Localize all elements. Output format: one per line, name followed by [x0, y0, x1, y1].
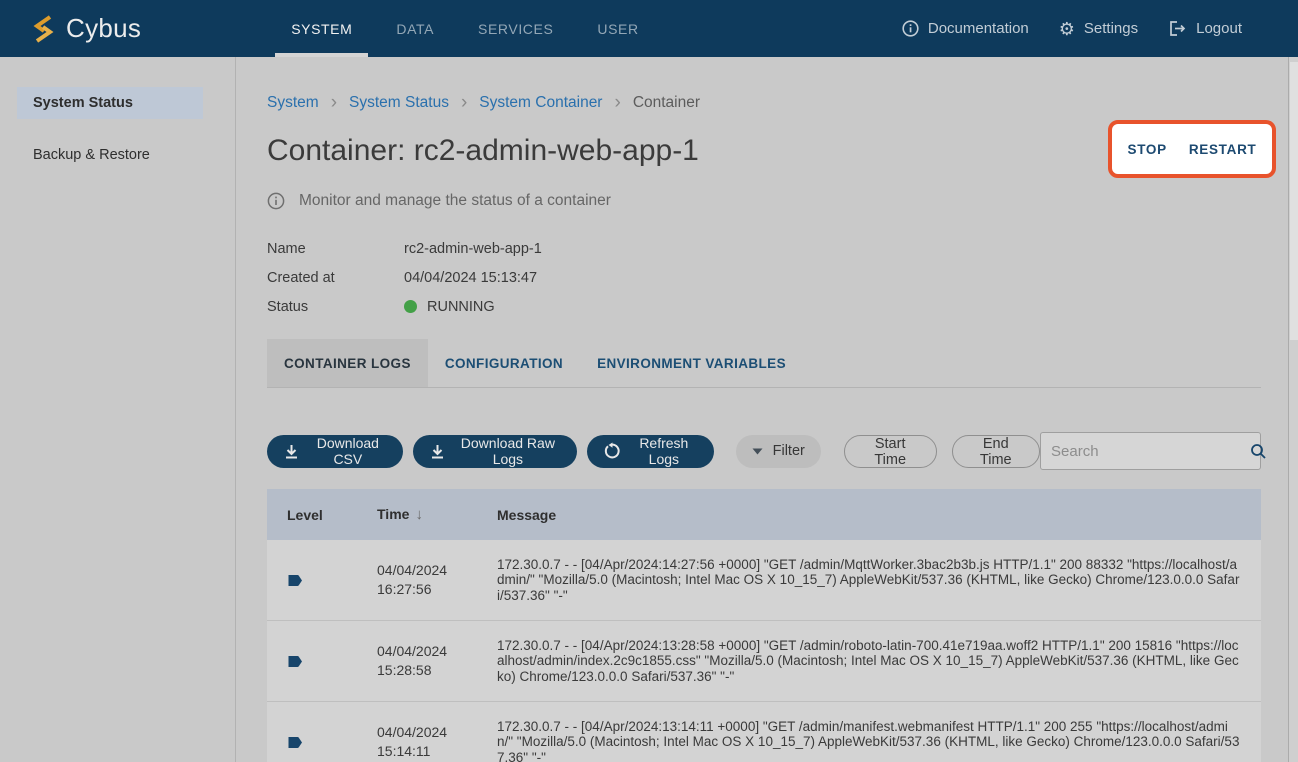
- logout-link[interactable]: Logout: [1168, 20, 1242, 37]
- sidebar: System Status Backup & Restore: [0, 57, 236, 762]
- detail-tabs: CONTAINER LOGS CONFIGURATION ENVIRONMENT…: [267, 339, 1261, 388]
- start-time-button[interactable]: Start Time: [844, 435, 937, 468]
- status-badge: RUNNING: [404, 299, 495, 315]
- column-header-time[interactable]: Time↓: [377, 506, 497, 523]
- download-icon: [429, 443, 446, 460]
- column-header-message[interactable]: Message: [497, 507, 1261, 523]
- detail-label: Created at: [267, 270, 404, 286]
- breadcrumb: System › System Status › System Containe…: [267, 57, 1261, 112]
- level-cell: [267, 574, 377, 587]
- table-row[interactable]: 04/04/2024 15:14:11 172.30.0.7 - - [04/A…: [267, 702, 1261, 762]
- breadcrumb-current: Container: [633, 94, 700, 112]
- breadcrumb-link-system-status[interactable]: System Status: [349, 94, 449, 112]
- info-circle-icon: [267, 192, 285, 210]
- logs-table: Level Time↓ Message 04/04/2024 16:27:56 …: [267, 489, 1261, 762]
- detail-label: Name: [267, 241, 404, 257]
- restart-button[interactable]: RESTART: [1183, 138, 1263, 161]
- column-header-level[interactable]: Level: [267, 507, 377, 523]
- logout-icon: [1168, 20, 1187, 37]
- table-row[interactable]: 04/04/2024 16:27:56 172.30.0.7 - - [04/A…: [267, 540, 1261, 621]
- time-cell: 04/04/2024 16:27:56: [377, 561, 497, 599]
- tag-icon: [287, 655, 377, 668]
- level-cell: [267, 655, 377, 668]
- nav-tab-system[interactable]: SYSTEM: [269, 0, 374, 57]
- brand-name: Cybus: [66, 13, 141, 44]
- detail-value: 04/04/2024 15:13:47: [404, 270, 537, 286]
- container-details: Name rc2-admin-web-app-1 Created at 04/0…: [267, 234, 1261, 321]
- nav-tab-services[interactable]: SERVICES: [456, 0, 575, 57]
- message-cell: 172.30.0.7 - - [04/Apr/2024:13:14:11 +00…: [497, 719, 1261, 762]
- download-csv-button[interactable]: Download CSV: [267, 435, 403, 468]
- search-input[interactable]: [1051, 443, 1250, 460]
- detail-label: Status: [267, 299, 404, 315]
- search-icon[interactable]: [1250, 443, 1267, 460]
- cybus-logo-icon: [30, 14, 57, 44]
- end-time-button[interactable]: End Time: [952, 435, 1041, 468]
- documentation-link[interactable]: Documentation: [902, 20, 1029, 37]
- info-circle-icon: [902, 20, 919, 37]
- message-cell: 172.30.0.7 - - [04/Apr/2024:13:28:58 +00…: [497, 638, 1261, 685]
- table-row[interactable]: 04/04/2024 15:28:58 172.30.0.7 - - [04/A…: [267, 621, 1261, 702]
- settings-link[interactable]: ⚙ Settings: [1059, 20, 1138, 38]
- table-header: Level Time↓ Message: [267, 489, 1261, 540]
- detail-value: rc2-admin-web-app-1: [404, 241, 542, 257]
- detail-row-name: Name rc2-admin-web-app-1: [267, 234, 1261, 263]
- time-cell: 04/04/2024 15:14:11: [377, 723, 497, 761]
- stop-button[interactable]: STOP: [1122, 138, 1173, 161]
- tag-icon: [287, 736, 377, 749]
- main-content: System › System Status › System Containe…: [237, 57, 1288, 762]
- sidebar-item-system-status[interactable]: System Status: [17, 87, 203, 119]
- status-running-dot-icon: [404, 300, 417, 313]
- breadcrumb-link-system[interactable]: System: [267, 94, 319, 112]
- detail-row-status: Status RUNNING: [267, 292, 1261, 321]
- download-icon: [283, 443, 300, 460]
- sort-desc-icon[interactable]: ↓: [415, 506, 423, 523]
- caret-down-icon: [752, 448, 763, 455]
- sidebar-item-backup-restore[interactable]: Backup & Restore: [17, 139, 203, 171]
- brand[interactable]: Cybus: [30, 13, 141, 44]
- message-cell: 172.30.0.7 - - [04/Apr/2024:14:27:56 +00…: [497, 557, 1261, 604]
- navbar-actions: Documentation ⚙ Settings Logout: [902, 20, 1242, 38]
- vertical-scrollbar[interactable]: [1288, 57, 1298, 762]
- nav-tab-data[interactable]: DATA: [374, 0, 456, 57]
- tab-container-logs[interactable]: CONTAINER LOGS: [267, 339, 428, 387]
- main-nav: SYSTEM DATA SERVICES USER: [269, 0, 661, 57]
- chevron-right-icon: ›: [614, 93, 620, 112]
- detail-row-created-at: Created at 04/04/2024 15:13:47: [267, 263, 1261, 292]
- chevron-right-icon: ›: [461, 93, 467, 112]
- level-cell: [267, 736, 377, 749]
- search-box: [1040, 432, 1261, 470]
- logs-toolbar: Download CSV Download Raw Logs Refresh L…: [267, 432, 1261, 470]
- breadcrumb-link-system-container[interactable]: System Container: [479, 94, 602, 112]
- refresh-icon: [603, 442, 621, 460]
- tag-icon: [287, 574, 377, 587]
- gear-icon: ⚙: [1059, 20, 1075, 38]
- nav-tab-user[interactable]: USER: [575, 0, 660, 57]
- download-raw-logs-button[interactable]: Download Raw Logs: [413, 435, 577, 468]
- filter-button[interactable]: Filter: [736, 435, 821, 468]
- container-actions-highlight: STOP RESTART: [1108, 120, 1276, 178]
- tab-configuration[interactable]: CONFIGURATION: [428, 339, 580, 387]
- page-subtitle: Monitor and manage the status of a conta…: [267, 192, 1261, 210]
- tab-environment-variables[interactable]: ENVIRONMENT VARIABLES: [580, 339, 803, 387]
- time-cell: 04/04/2024 15:28:58: [377, 642, 497, 680]
- chevron-right-icon: ›: [331, 93, 337, 112]
- scrollbar-thumb[interactable]: [1290, 62, 1298, 340]
- refresh-logs-button[interactable]: Refresh Logs: [587, 435, 714, 468]
- top-navbar: Cybus SYSTEM DATA SERVICES USER Document…: [0, 0, 1298, 57]
